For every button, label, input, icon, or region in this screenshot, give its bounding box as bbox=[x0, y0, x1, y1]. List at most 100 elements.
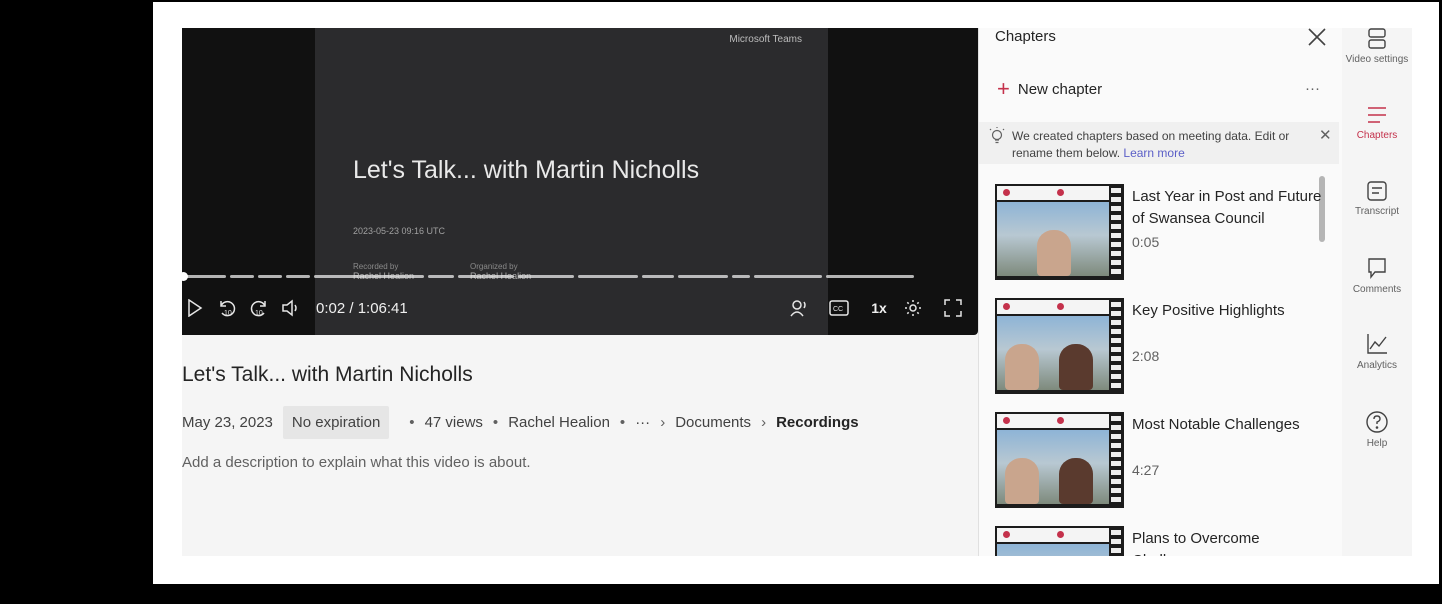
fullscreen-button[interactable] bbox=[940, 295, 966, 321]
comments-icon bbox=[1368, 258, 1386, 279]
rail-chapters[interactable]: Chapters bbox=[1342, 104, 1412, 141]
speaker-coach-button[interactable] bbox=[786, 295, 812, 321]
progress-handle[interactable] bbox=[182, 272, 188, 281]
video-settings-icon bbox=[1368, 28, 1386, 49]
slide-date: 2023-05-23 09:16 UTC bbox=[353, 226, 446, 236]
chapter-segment[interactable] bbox=[458, 275, 514, 278]
volume-button[interactable] bbox=[278, 295, 304, 321]
svg-text:CC: CC bbox=[833, 306, 843, 313]
view-count: 47 views bbox=[424, 413, 483, 431]
expiration-badge[interactable]: No expiration bbox=[282, 405, 390, 439]
progress-bar[interactable] bbox=[182, 272, 968, 281]
chapter-segment[interactable] bbox=[518, 275, 574, 278]
help-icon bbox=[1366, 411, 1388, 433]
separator-dot: • bbox=[409, 413, 415, 431]
lightbulb-icon bbox=[989, 127, 1005, 144]
chapter-title: Plans to Overcome Challenges bbox=[1132, 530, 1260, 556]
player-controls: 10 10 0:02 / 1:06:41 CC 1x bbox=[182, 292, 972, 324]
rail-help[interactable]: Help bbox=[1342, 410, 1412, 449]
rail-transcript[interactable]: Transcript bbox=[1342, 180, 1412, 217]
chapter-segment[interactable] bbox=[258, 275, 282, 278]
rail-label: Analytics bbox=[1356, 360, 1397, 371]
breadcrumb-more-button[interactable]: ··· bbox=[635, 414, 650, 431]
rail-analytics[interactable]: Analytics bbox=[1342, 332, 1412, 371]
stream-app: Microsoft Teams Let's Talk... with Marti… bbox=[182, 28, 1412, 556]
forward-10-icon: 10 bbox=[250, 300, 266, 317]
chapter-item[interactable]: Key Positive Highlights 2:08 bbox=[995, 298, 1335, 398]
rail-label: Comments bbox=[1352, 284, 1402, 295]
chapter-thumbnail bbox=[995, 184, 1124, 280]
chevron-right-icon: › bbox=[761, 413, 767, 431]
chapter-segment[interactable] bbox=[642, 275, 674, 278]
chapter-item[interactable]: Last Year in Post and Future of Swansea … bbox=[995, 184, 1335, 284]
chapter-segment[interactable] bbox=[286, 275, 310, 278]
chapter-segment[interactable] bbox=[230, 275, 254, 278]
rail-label: Help bbox=[1366, 438, 1388, 449]
chapter-item[interactable]: Plans to Overcome Challenges bbox=[995, 526, 1335, 556]
rewind-10-icon: 10 bbox=[220, 300, 236, 317]
play-icon bbox=[188, 299, 203, 317]
plus-icon: + bbox=[997, 76, 1010, 101]
chapter-title: Key Positive Highlights bbox=[1132, 302, 1285, 319]
chapter-segment[interactable] bbox=[732, 275, 750, 278]
chapter-segment[interactable] bbox=[678, 275, 728, 278]
video-meta: May 23, 2023 No expiration • 47 views • … bbox=[182, 404, 859, 440]
chapter-title: Most Notable Challenges bbox=[1132, 416, 1300, 433]
chapters-info-banner: We created chapters based on meeting dat… bbox=[979, 122, 1339, 164]
chapters-heading: Chapters bbox=[995, 28, 1056, 45]
rail-comments[interactable]: Comments bbox=[1342, 256, 1412, 295]
rail-label: Video settings bbox=[1345, 54, 1409, 65]
settings-gear-icon bbox=[905, 300, 921, 316]
chapters-panel: Chapters + New chapter ··· We created ch… bbox=[978, 28, 1343, 556]
chapter-time: 2:08 bbox=[1132, 348, 1160, 364]
chapter-segment[interactable] bbox=[754, 275, 822, 278]
slide-frame: Microsoft Teams Let's Talk... with Marti… bbox=[315, 28, 828, 335]
rail-video-settings[interactable]: Video settings bbox=[1342, 28, 1412, 65]
right-rail: Video settings Chapters Transcript Comme… bbox=[1342, 28, 1412, 556]
dismiss-info-button[interactable]: ✕ bbox=[1319, 126, 1332, 144]
captions-button[interactable]: CC bbox=[826, 295, 852, 321]
info-text: We created chapters based on meeting dat… bbox=[1012, 129, 1290, 160]
learn-more-link[interactable]: Learn more bbox=[1123, 146, 1184, 160]
chapter-segment[interactable] bbox=[314, 275, 424, 278]
close-panel-button[interactable] bbox=[1306, 28, 1332, 52]
playback-rate-button[interactable]: 1x bbox=[866, 300, 892, 316]
owner-link[interactable]: Rachel Healion bbox=[508, 414, 610, 431]
chapter-segment[interactable] bbox=[578, 275, 638, 278]
settings-button[interactable] bbox=[900, 295, 926, 321]
close-icon bbox=[1308, 28, 1326, 46]
svg-text:10: 10 bbox=[255, 310, 263, 317]
transcript-icon bbox=[1367, 181, 1387, 201]
rewind-10-button[interactable]: 10 bbox=[214, 295, 240, 321]
new-chapter-label: New chapter bbox=[1017, 80, 1103, 98]
chapter-time: 0:05 bbox=[1132, 234, 1160, 250]
slide-title: Let's Talk... with Martin Nicholls bbox=[353, 156, 700, 184]
chapter-segment[interactable] bbox=[826, 275, 914, 278]
rail-label: Chapters bbox=[1356, 130, 1398, 141]
captions-icon: CC bbox=[829, 300, 849, 316]
chapter-item[interactable]: Most Notable Challenges 4:27 bbox=[995, 412, 1335, 512]
chapter-title: Last Year in Post and Future of Swansea … bbox=[1132, 188, 1322, 227]
video-player[interactable]: Microsoft Teams Let's Talk... with Marti… bbox=[182, 28, 978, 335]
chapter-segment[interactable] bbox=[186, 275, 226, 278]
chapter-segment[interactable] bbox=[428, 275, 454, 278]
forward-10-button[interactable]: 10 bbox=[246, 295, 272, 321]
slide-brand: Microsoft Teams bbox=[729, 34, 802, 45]
chapter-time: 4:27 bbox=[1132, 462, 1160, 478]
rail-label: Transcript bbox=[1354, 206, 1400, 217]
description-field[interactable]: Add a description to explain what this v… bbox=[182, 454, 531, 471]
video-date: May 23, 2023 bbox=[182, 413, 273, 431]
chapters-more-button[interactable]: ··· bbox=[1305, 80, 1320, 97]
breadcrumb-documents[interactable]: Documents bbox=[675, 414, 751, 431]
breadcrumb-recordings[interactable]: Recordings bbox=[776, 414, 859, 431]
time-display: 0:02 / 1:06:41 bbox=[316, 299, 408, 317]
speaker-coach-icon bbox=[790, 300, 806, 317]
play-button[interactable] bbox=[182, 295, 208, 321]
new-chapter-button[interactable]: + New chapter bbox=[997, 76, 1103, 101]
analytics-icon bbox=[1367, 334, 1387, 354]
chapter-thumbnail bbox=[995, 298, 1124, 394]
chevron-right-icon: › bbox=[660, 413, 666, 431]
fullscreen-icon bbox=[944, 299, 962, 317]
volume-icon bbox=[282, 299, 297, 317]
chapters-icon bbox=[1368, 107, 1386, 123]
